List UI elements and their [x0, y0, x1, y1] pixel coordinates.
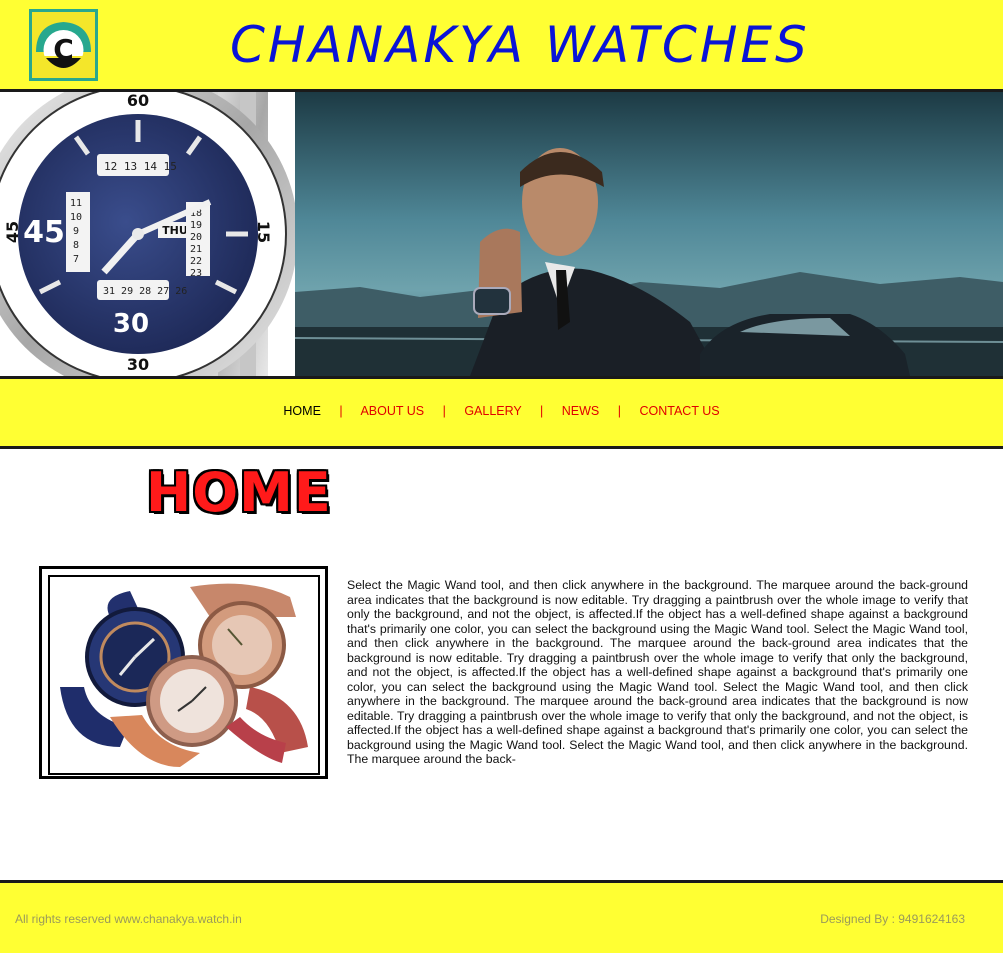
nav-separator: | [442, 404, 446, 418]
svg-text:11: 11 [70, 198, 82, 209]
nav-about-us[interactable]: ABOUT US [360, 404, 424, 418]
svg-text:45: 45 [23, 215, 65, 250]
svg-text:31 29 28 27 26: 31 29 28 27 26 [103, 286, 187, 297]
nav-separator: | [617, 404, 621, 418]
svg-text:12 13 14 15: 12 13 14 15 [104, 160, 177, 173]
banner-image: 60 45 15 30 45 30 12 13 14 15 THU 181920… [0, 92, 1003, 376]
designer-credit: Designed By : 9491624163 [820, 912, 965, 926]
svg-text:C: C [53, 33, 74, 66]
svg-text:22: 22 [190, 256, 202, 267]
svg-text:60: 60 [127, 92, 149, 110]
nav-home[interactable]: HOME [283, 404, 321, 418]
svg-text:10: 10 [70, 212, 82, 223]
logo[interactable]: C [29, 9, 98, 81]
nav-contact-us[interactable]: CONTACT US [639, 404, 719, 418]
nav-separator: | [339, 404, 343, 418]
svg-text:8: 8 [73, 240, 79, 251]
svg-text:19: 19 [190, 220, 202, 231]
product-photo [48, 575, 320, 775]
svg-text:20: 20 [190, 232, 202, 243]
svg-text:30: 30 [127, 355, 149, 374]
svg-text:21: 21 [190, 244, 202, 255]
svg-text:45: 45 [3, 221, 22, 243]
svg-text:THU: THU [162, 224, 188, 237]
svg-text:7: 7 [73, 254, 79, 265]
site-header: C CHANAKYA WATCHES [0, 0, 1003, 92]
svg-text:30: 30 [113, 309, 149, 339]
svg-text:15: 15 [254, 221, 273, 243]
svg-text:9: 9 [73, 226, 79, 237]
logo-icon: C [32, 12, 95, 78]
hero-banner: 60 45 15 30 45 30 12 13 14 15 THU 18 19 20… [0, 92, 1003, 376]
product-photo-frame [39, 566, 328, 779]
page-title: HOME [146, 461, 332, 524]
copyright-text: All rights reserved www.chanakya.watch.i… [15, 912, 242, 926]
site-footer: All rights reserved www.chanakya.watch.i… [0, 880, 1003, 953]
svg-text:23: 23 [190, 268, 202, 279]
main-nav: HOME | ABOUT US | GALLERY | NEWS | CONTA… [0, 379, 1003, 449]
watches-image [50, 577, 318, 773]
nav-gallery[interactable]: GALLERY [464, 404, 521, 418]
nav-news[interactable]: NEWS [562, 404, 600, 418]
home-body-text: Select the Magic Wand tool, and then cli… [347, 578, 968, 766]
nav-separator: | [540, 404, 544, 418]
brand-title: CHANAKYA WATCHES [230, 16, 810, 74]
